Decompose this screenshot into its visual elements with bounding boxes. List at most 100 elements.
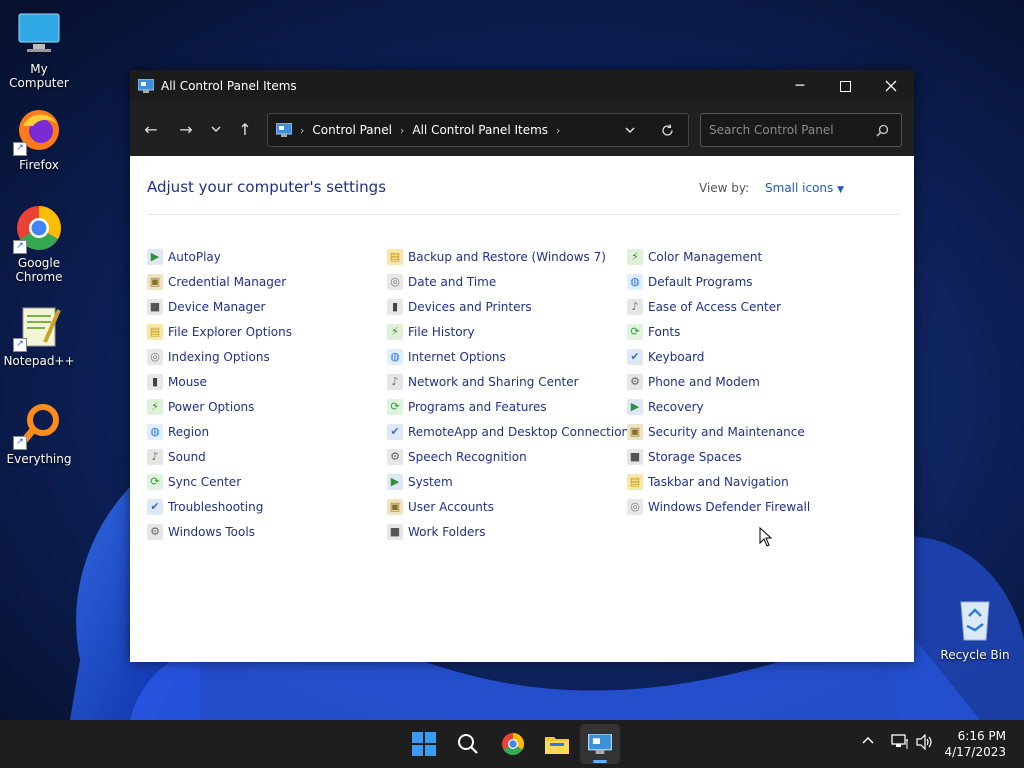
fonts-icon: ⟳ <box>627 323 643 340</box>
desktop-icon-notepad-plus-plus[interactable]: ↗ Notepad++ <box>1 302 77 368</box>
close-icon <box>885 80 897 92</box>
cp-item-troubleshooting[interactable]: ✔ Troubleshooting <box>147 494 292 519</box>
cp-item-network-and-sharing-center[interactable]: ♪ Network and Sharing Center <box>387 369 635 394</box>
cp-item-sync-center[interactable]: ⟳ Sync Center <box>147 469 292 494</box>
close-button[interactable] <box>868 70 914 102</box>
view-by-dropdown[interactable]: Small icons ▼ <box>765 181 844 195</box>
address-bar[interactable]: › Control Panel › All Control Panel Item… <box>267 113 689 147</box>
desktop-icon-label: Google Chrome <box>15 256 63 284</box>
cp-item-device-manager[interactable]: ■ Device Manager <box>147 294 292 319</box>
cp-item-label: System <box>408 474 453 489</box>
address-history-button[interactable] <box>620 122 640 138</box>
cp-item-keyboard[interactable]: ✔ Keyboard <box>627 344 810 369</box>
monitor-icon <box>15 10 63 58</box>
cp-item-devices-and-printers[interactable]: ▮ Devices and Printers <box>387 294 635 319</box>
cp-item-system[interactable]: ▶ System <box>387 469 635 494</box>
items-column-1: ▶ AutoPlay ▣ Credential Manager ■ Device Mana… <box>147 244 292 544</box>
cp-item-storage-spaces[interactable]: ■ Storage Spaces <box>627 444 810 469</box>
taskbar-file-explorer-button[interactable] <box>537 724 577 764</box>
autoplay-icon: ▶ <box>147 248 163 265</box>
search-input[interactable] <box>701 114 881 146</box>
cp-item-date-and-time[interactable]: ◎ Date and Time <box>387 269 635 294</box>
firewall-icon: ◎ <box>627 498 643 515</box>
cp-item-taskbar-and-navigation[interactable]: ▤ Taskbar and Navigation <box>627 469 810 494</box>
desktop-icon-my-computer[interactable]: My Computer <box>1 10 77 90</box>
cp-item-file-history[interactable]: ⚡ File History <box>387 319 635 344</box>
cp-item-default-programs[interactable]: ◍ Default Programs <box>627 269 810 294</box>
cp-item-autoplay[interactable]: ▶ AutoPlay <box>147 244 292 269</box>
desktop-icon-recycle-bin[interactable]: Recycle Bin <box>937 596 1013 662</box>
cp-item-label: Credential Manager <box>168 274 287 289</box>
taskbar-control-panel-button[interactable] <box>580 724 620 764</box>
network-status-button[interactable] <box>891 734 909 754</box>
cp-item-label: Internet Options <box>408 349 506 364</box>
cp-item-windows-tools[interactable]: ⚙ Windows Tools <box>147 519 292 544</box>
taskbar: 6:16 PM 4/17/2023 <box>0 720 1024 768</box>
recent-locations-button[interactable] <box>203 116 229 142</box>
breadcrumb-separator-icon: › <box>399 123 405 137</box>
cp-item-label: AutoPlay <box>168 249 221 264</box>
notepad-plus-plus-icon: ↗ <box>13 302 63 352</box>
cp-item-internet-options[interactable]: ◍ Internet Options <box>387 344 635 369</box>
chrome-icon <box>502 733 524 755</box>
cp-item-remoteapp-and-desktop-connections[interactable]: ✔ RemoteApp and Desktop Connections <box>387 419 635 444</box>
desktop-icon-label: Firefox <box>19 158 59 172</box>
cp-item-region[interactable]: ◍ Region <box>147 419 292 444</box>
up-button[interactable]: ↑ <box>232 116 258 142</box>
desktop-icon-everything[interactable]: ↗ Everything <box>1 400 77 466</box>
view-by-control: View by: Small icons ▼ <box>699 181 844 195</box>
breadcrumb-separator-icon[interactable]: › <box>556 124 560 137</box>
cp-item-security-and-maintenance[interactable]: ▣ Security and Maintenance <box>627 419 810 444</box>
minimize-button[interactable]: ─ <box>777 70 823 102</box>
cp-item-power-options[interactable]: ⚡ Power Options <box>147 394 292 419</box>
backup-icon: ▤ <box>387 248 403 265</box>
magnifier-icon: ↗ <box>13 400 63 450</box>
search-icon[interactable] <box>876 124 889 137</box>
cp-item-label: Sync Center <box>168 474 242 489</box>
cp-item-credential-manager[interactable]: ▣ Credential Manager <box>147 269 292 294</box>
cp-item-user-accounts[interactable]: ▣ User Accounts <box>387 494 635 519</box>
cp-item-backup-and-restore-windows-7[interactable]: ▤ Backup and Restore (Windows 7) <box>387 244 635 269</box>
volume-button[interactable] <box>916 733 934 754</box>
taskbar-chrome-button[interactable] <box>493 724 533 764</box>
cp-item-indexing-options[interactable]: ◎ Indexing Options <box>147 344 292 369</box>
desktop-icon-firefox[interactable]: ↗ Firefox <box>1 106 77 172</box>
desktop-icon-google-chrome[interactable]: ↗ Google Chrome <box>1 204 77 284</box>
cp-item-color-management[interactable]: ⚡ Color Management <box>627 244 810 269</box>
cp-item-ease-of-access-center[interactable]: ♪ Ease of Access Center <box>627 294 810 319</box>
search-box[interactable] <box>700 113 902 147</box>
cp-item-label: Backup and Restore (Windows 7) <box>408 249 606 264</box>
taskbar-clock[interactable]: 6:16 PM 4/17/2023 <box>944 728 1006 760</box>
refresh-button[interactable] <box>656 120 678 140</box>
forward-button[interactable]: → <box>173 116 199 142</box>
maximize-button[interactable] <box>822 70 868 102</box>
cp-item-fonts[interactable]: ⟳ Fonts <box>627 319 810 344</box>
title-bar[interactable]: All Control Panel Items ─ <box>130 70 914 102</box>
credential-manager-icon: ▣ <box>147 273 163 290</box>
taskbar-search-button[interactable] <box>448 724 488 764</box>
globe-icon: ◍ <box>147 423 163 440</box>
breadcrumb-control-panel[interactable]: Control Panel <box>312 123 392 137</box>
cp-item-work-folders[interactable]: ■ Work Folders <box>387 519 635 544</box>
cp-item-file-explorer-options[interactable]: ▤ File Explorer Options <box>147 319 292 344</box>
cp-item-phone-and-modem[interactable]: ⚙ Phone and Modem <box>627 369 810 394</box>
show-hidden-icons-button[interactable] <box>862 732 874 748</box>
cp-item-speech-recognition[interactable]: ⚙ Speech Recognition <box>387 444 635 469</box>
color-management-icon: ⚡ <box>627 248 643 265</box>
cp-item-mouse[interactable]: ▮ Mouse <box>147 369 292 394</box>
control-panel-icon <box>138 79 154 93</box>
breadcrumb-all-control-panel-items[interactable]: All Control Panel Items <box>412 123 548 137</box>
cp-item-label: Sound <box>168 449 206 464</box>
cp-item-recovery[interactable]: ▶ Recovery <box>627 394 810 419</box>
start-button[interactable] <box>404 724 444 764</box>
cp-item-windows-defender-firewall[interactable]: ◎ Windows Defender Firewall <box>627 494 810 519</box>
chevron-up-icon <box>862 736 874 744</box>
desktop-icon-label: Notepad++ <box>3 354 75 368</box>
arrow-left-icon: ← <box>144 119 158 139</box>
cp-item-sound[interactable]: ♪ Sound <box>147 444 292 469</box>
address-toolbar: ← → ↑ › Control Panel › All Control Pane… <box>130 102 914 156</box>
cp-item-label: Taskbar and Navigation <box>648 474 789 489</box>
mouse-icon: ▮ <box>147 373 163 390</box>
cp-item-programs-and-features[interactable]: ⟳ Programs and Features <box>387 394 635 419</box>
back-button[interactable]: ← <box>138 116 164 142</box>
